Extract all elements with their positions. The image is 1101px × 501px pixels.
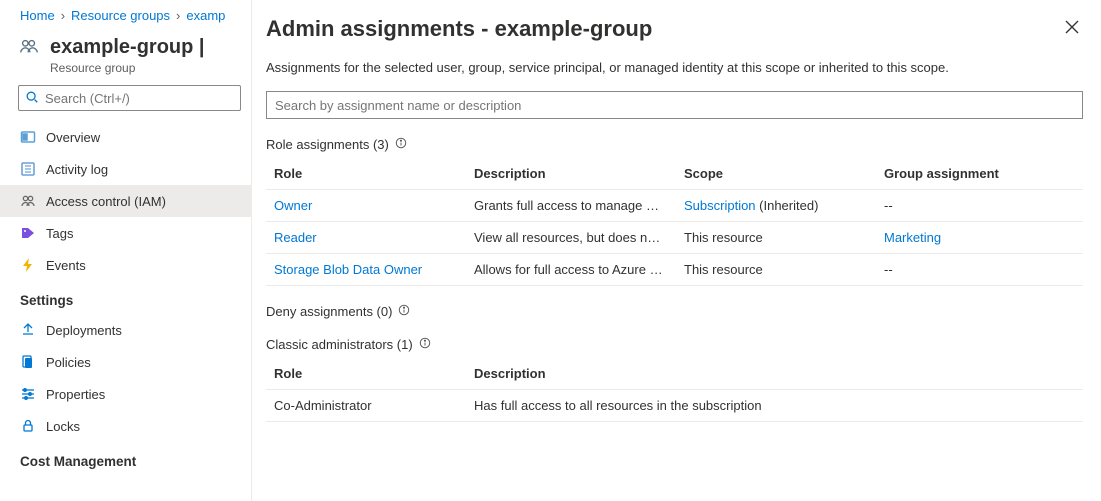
panel-description: Assignments for the selected user, group…	[266, 60, 1083, 75]
cell-description: Grants full access to manage all …	[466, 190, 676, 222]
col-description[interactable]: Description	[466, 158, 676, 190]
nav-label: Access control (IAM)	[46, 194, 166, 209]
cell-group: --	[876, 190, 1083, 222]
role-link[interactable]: Reader	[274, 230, 317, 245]
classic-admins-title: Classic administrators (1)	[266, 337, 413, 352]
close-button[interactable]	[1061, 16, 1083, 41]
nav-overview[interactable]: Overview	[0, 121, 251, 153]
cell-scope: This resource	[676, 254, 876, 286]
nav-properties[interactable]: Properties	[0, 378, 251, 410]
col-description[interactable]: Description	[466, 358, 1083, 390]
nav-label: Overview	[46, 130, 100, 145]
col-group[interactable]: Group assignment	[876, 158, 1083, 190]
section-settings: Settings	[0, 281, 251, 314]
cell-description: Has full access to all resources in the …	[466, 390, 1083, 422]
breadcrumb: Home › Resource groups › examp	[0, 0, 251, 27]
iam-icon	[20, 193, 36, 209]
events-icon	[20, 257, 36, 273]
locks-icon	[20, 418, 36, 434]
cell-description: Allows for full access to Azure S…	[466, 254, 676, 286]
resource-group-icon	[18, 35, 40, 60]
sidebar-search-input[interactable]	[45, 91, 234, 106]
nav-label: Activity log	[46, 162, 108, 177]
group-link[interactable]: Marketing	[884, 230, 941, 245]
sidebar-search[interactable]	[18, 85, 241, 111]
cell-description: View all resources, but does not…	[466, 222, 676, 254]
policies-icon	[20, 354, 36, 370]
classic-admins-table: Role Description Co-Administrator Has fu…	[266, 358, 1083, 422]
nav-label: Locks	[46, 419, 80, 434]
deployments-icon	[20, 322, 36, 338]
nav-label: Tags	[46, 226, 73, 241]
nav-label: Events	[46, 258, 86, 273]
cell-group: --	[876, 254, 1083, 286]
section-cost-management: Cost Management	[0, 442, 251, 475]
nav-access-control[interactable]: Access control (IAM)	[0, 185, 251, 217]
nav-label: Properties	[46, 387, 105, 402]
close-icon	[1065, 22, 1079, 37]
nav-label: Deployments	[46, 323, 122, 338]
table-row[interactable]: Co-Administrator Has full access to all …	[266, 390, 1083, 422]
panel-search-input[interactable]	[266, 91, 1083, 119]
nav-tags[interactable]: Tags	[0, 217, 251, 249]
info-icon[interactable]	[398, 304, 410, 319]
activity-log-icon	[20, 161, 36, 177]
search-icon	[25, 90, 39, 107]
col-role[interactable]: Role	[266, 358, 466, 390]
nav-events[interactable]: Events	[0, 249, 251, 281]
resource-group-title: example-group |	[50, 35, 205, 59]
col-scope[interactable]: Scope	[676, 158, 876, 190]
col-role[interactable]: Role	[266, 158, 466, 190]
panel-title: Admin assignments - example-group	[266, 16, 652, 42]
breadcrumb-home[interactable]: Home	[20, 8, 55, 23]
info-icon[interactable]	[395, 137, 407, 152]
nav-deployments[interactable]: Deployments	[0, 314, 251, 346]
nav-activity-log[interactable]: Activity log	[0, 153, 251, 185]
properties-icon	[20, 386, 36, 402]
nav-locks[interactable]: Locks	[0, 410, 251, 442]
scope-link[interactable]: Subscription	[684, 198, 756, 213]
tags-icon	[20, 225, 36, 241]
role-link[interactable]: Owner	[274, 198, 312, 213]
overview-icon	[20, 129, 36, 145]
role-assignments-table: Role Description Scope Group assignment …	[266, 158, 1083, 286]
cell-scope: This resource	[676, 222, 876, 254]
nav-policies[interactable]: Policies	[0, 346, 251, 378]
breadcrumb-resource-groups[interactable]: Resource groups	[71, 8, 170, 23]
cell-role: Co-Administrator	[266, 390, 466, 422]
breadcrumb-current[interactable]: examp	[186, 8, 225, 23]
table-row[interactable]: Storage Blob Data Owner Allows for full …	[266, 254, 1083, 286]
deny-assignments-title: Deny assignments (0)	[266, 304, 392, 319]
role-link[interactable]: Storage Blob Data Owner	[274, 262, 422, 277]
nav-label: Policies	[46, 355, 91, 370]
resource-group-subtitle: Resource group	[50, 61, 205, 75]
table-row[interactable]: Owner Grants full access to manage all ……	[266, 190, 1083, 222]
role-assignments-title: Role assignments (3)	[266, 137, 389, 152]
table-row[interactable]: Reader View all resources, but does not……	[266, 222, 1083, 254]
sidebar-nav: Overview Activity log Access control (IA…	[0, 121, 251, 501]
info-icon[interactable]	[419, 337, 431, 352]
